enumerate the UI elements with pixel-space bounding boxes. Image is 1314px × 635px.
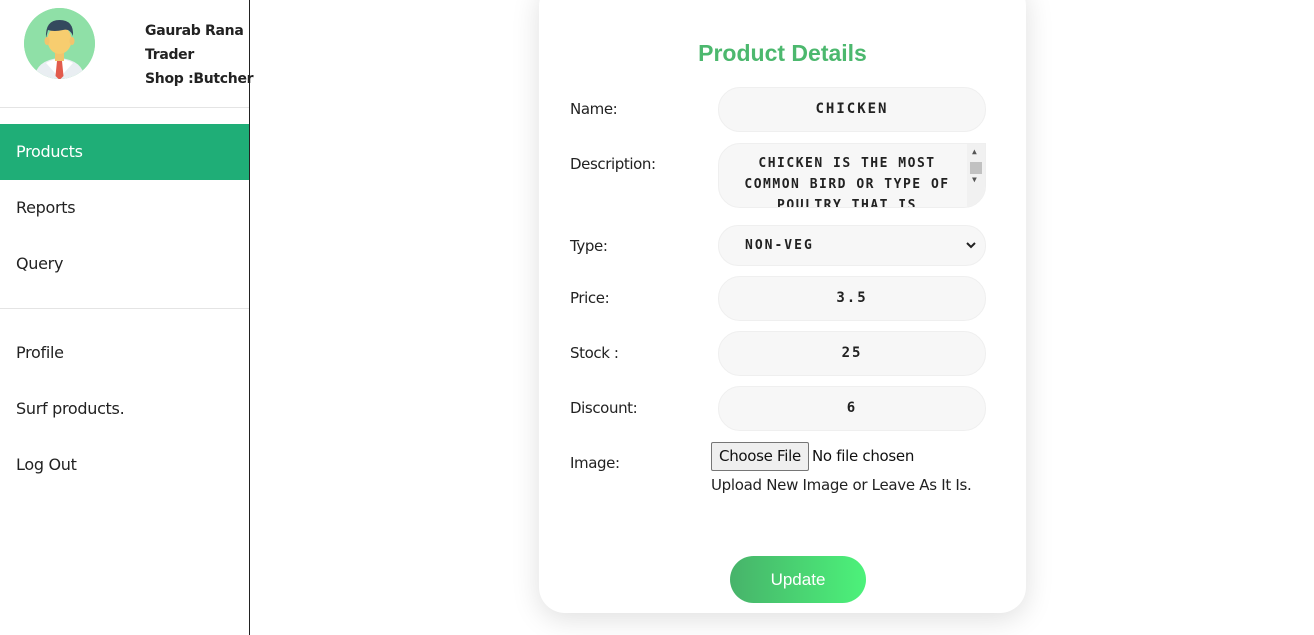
- primary-nav: Products Reports Query: [0, 124, 249, 292]
- sidebar-item-reports[interactable]: Reports: [0, 180, 249, 236]
- sidebar-item-log-out[interactable]: Log Out: [0, 437, 249, 493]
- name-label: Name:: [570, 100, 618, 118]
- description-scrollbar[interactable]: ▲ ▼ ◢: [967, 144, 985, 207]
- sidebar: Gaurab Rana Trader Shop :Butcher Product…: [0, 0, 254, 635]
- profile-role: Trader: [145, 47, 194, 63]
- avatar: [24, 8, 95, 79]
- name-field[interactable]: CHICKEN: [718, 87, 986, 132]
- profile-shop: Shop :Butcher: [145, 71, 254, 87]
- stock-label: Stock :: [570, 344, 619, 362]
- user-avatar-icon: [24, 8, 95, 79]
- profile-info: Gaurab Rana Trader Shop :Butcher: [145, 19, 254, 91]
- page-title: Product Details: [698, 40, 867, 66]
- description-field[interactable]: CHICKEN IS THE MOST COMMON BIRD OR TYPE …: [718, 143, 986, 208]
- type-select[interactable]: NON-VEG: [718, 225, 986, 266]
- type-selected-value: NON-VEG: [745, 238, 814, 253]
- sidebar-divider: [0, 308, 249, 309]
- update-button[interactable]: Update: [730, 556, 866, 603]
- choose-file-button[interactable]: Choose File: [711, 442, 809, 471]
- profile-header: Gaurab Rana Trader Shop :Butcher: [0, 0, 254, 108]
- type-label: Type:: [570, 237, 608, 255]
- profile-name: Gaurab Rana: [145, 23, 244, 39]
- price-label: Price:: [570, 289, 610, 307]
- discount-label: Discount:: [570, 399, 638, 417]
- scroll-up-icon[interactable]: ▲: [972, 148, 978, 156]
- scroll-thumb[interactable]: [970, 162, 982, 174]
- description-text: CHICKEN IS THE MOST COMMON BIRD OR TYPE …: [744, 156, 950, 208]
- sidebar-item-surf-products[interactable]: Surf products.: [0, 381, 249, 437]
- resize-handle-icon[interactable]: ◢: [976, 198, 983, 207]
- stock-field[interactable]: 25: [718, 331, 986, 376]
- discount-field[interactable]: 6: [718, 386, 986, 431]
- image-upload-hint: Upload New Image or Leave As It Is.: [711, 476, 972, 494]
- description-label: Description:: [570, 155, 656, 173]
- product-details-card: Product Details Name: CHICKEN Descriptio…: [539, 0, 1026, 613]
- secondary-nav: Profile Surf products. Log Out: [0, 325, 249, 493]
- price-field[interactable]: 3.5: [718, 276, 986, 321]
- image-label: Image:: [570, 454, 620, 472]
- chevron-down-icon: [965, 226, 977, 281]
- sidebar-item-products[interactable]: Products: [0, 124, 249, 180]
- sidebar-item-query[interactable]: Query: [0, 236, 249, 292]
- scroll-down-icon[interactable]: ▼: [972, 176, 978, 184]
- file-status: No file chosen: [812, 447, 915, 465]
- sidebar-item-profile[interactable]: Profile: [0, 325, 249, 381]
